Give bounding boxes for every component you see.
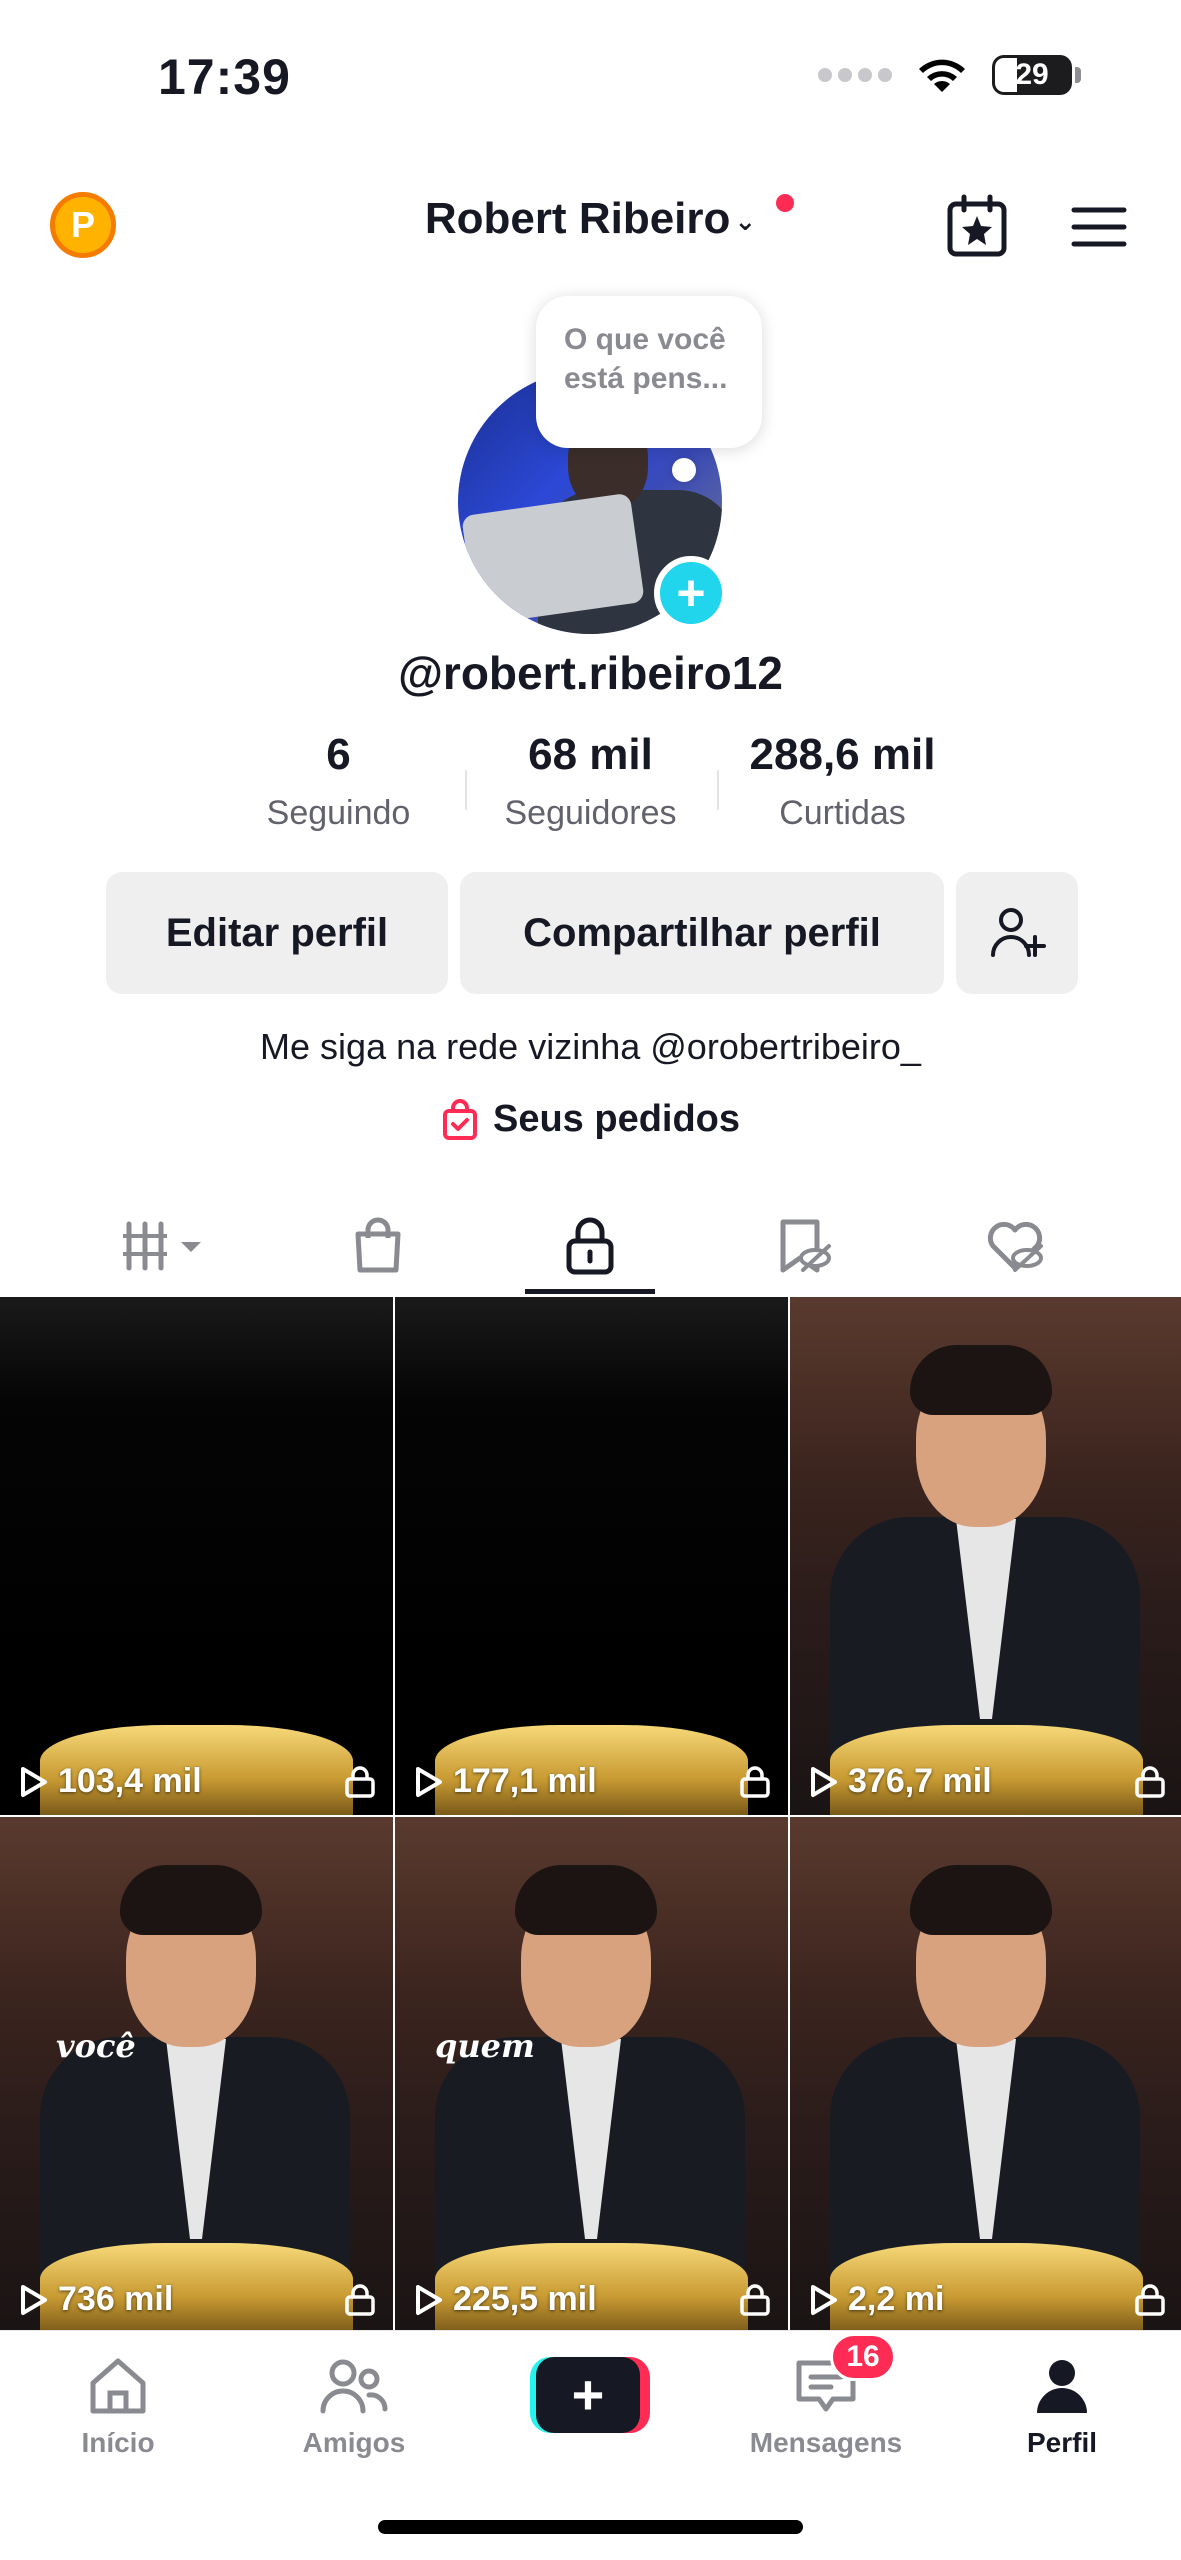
bag-icon <box>355 1217 401 1273</box>
tab-shop[interactable] <box>313 1196 443 1296</box>
view-count: 2,2 mi <box>806 2280 944 2319</box>
view-count: 376,7 mil <box>806 1762 992 1801</box>
create-button[interactable]: + <box>530 2357 650 2433</box>
profile-bio: Me siga na rede vizinha @orobertribeiro_ <box>260 1026 921 1067</box>
video-grid: 103,4 mil 177,1 mil 376,7 mil você 736 m… <box>0 1297 1181 2333</box>
play-icon <box>416 1766 442 1797</box>
video-thumbnail[interactable]: quem 225,5 mil <box>395 1817 788 2333</box>
profile-header: P Robert Ribeiro ⌄ <box>0 180 1181 280</box>
edit-profile-button[interactable]: Editar perfil <box>106 872 448 994</box>
play-icon <box>811 2284 837 2315</box>
likes-label: Curtidas <box>779 794 906 832</box>
video-thumbnail[interactable]: você 736 mil <box>0 1817 393 2333</box>
wifi-icon <box>919 59 965 92</box>
private-lock-icon <box>345 1766 375 1798</box>
friends-icon <box>320 2359 388 2414</box>
nav-messages-label: Mensagens <box>749 2427 903 2458</box>
battery-level: 29 <box>1015 58 1049 91</box>
menu-icon[interactable] <box>1064 192 1134 262</box>
followers-count: 68 mil <box>528 730 653 779</box>
messages-badge: 16 <box>830 2333 896 2381</box>
notification-dot <box>776 194 794 212</box>
view-count-text: 2,2 mi <box>848 2280 945 2318</box>
add-story-icon[interactable]: + <box>654 556 728 630</box>
add-friend-button[interactable] <box>956 872 1078 994</box>
followers-label: Seguidores <box>504 794 677 832</box>
home-indicator <box>378 2520 803 2534</box>
status-note-bubble[interactable]: O que você está pens... <box>536 296 762 448</box>
bookmark-hidden-icon <box>780 1219 831 1273</box>
profile-stats: 6 Seguindo 68 mil Seguidores 288,6 mil C… <box>0 730 1181 833</box>
content-tabs <box>0 1196 1181 1296</box>
likes-stat[interactable]: 288,6 mil Curtidas <box>716 730 969 833</box>
video-thumbnail[interactable]: 177,1 mil <box>395 1297 788 1815</box>
private-lock-icon <box>740 1766 770 1798</box>
tab-saved[interactable] <box>738 1196 868 1296</box>
profile-icon <box>1037 2360 1087 2413</box>
view-count: 177,1 mil <box>411 1762 597 1801</box>
nav-home-label: Início <box>81 2427 155 2458</box>
video-caption-word: você <box>56 2027 136 2065</box>
video-thumbnail[interactable]: 103,4 mil <box>0 1297 393 1815</box>
shopping-bag-icon <box>442 1098 477 1140</box>
private-lock-icon <box>1135 2284 1165 2316</box>
likes-count: 288,6 mil <box>749 730 936 779</box>
private-lock-icon <box>1135 1766 1165 1798</box>
calendar-star-icon[interactable] <box>942 192 1012 262</box>
view-count-text: 177,1 mil <box>453 1762 597 1800</box>
status-icons: 29 <box>818 55 1081 95</box>
chevron-down-icon: ⌄ <box>734 205 757 236</box>
plus-icon: + <box>536 2357 640 2433</box>
video-caption-word: quem <box>435 2027 535 2065</box>
your-orders-link[interactable]: Seus pedidos <box>0 1098 1181 1141</box>
tab-videos[interactable] <box>101 1196 231 1296</box>
nav-profile[interactable]: Perfil <box>972 2355 1152 2459</box>
status-bar: 17:39 29 <box>0 0 1181 150</box>
nav-home[interactable]: Início <box>28 2355 208 2459</box>
view-count-text: 103,4 mil <box>58 1762 202 1800</box>
private-lock-icon <box>345 2284 375 2316</box>
followers-stat[interactable]: 68 mil Seguidores <box>464 730 717 833</box>
username: @robert.ribeiro12 <box>398 647 783 699</box>
nav-profile-label: Perfil <box>1026 2427 1098 2458</box>
battery-icon: 29 <box>992 55 1072 95</box>
home-icon <box>90 2358 146 2414</box>
following-stat[interactable]: 6 Seguindo <box>213 730 465 833</box>
following-count: 6 <box>326 730 351 779</box>
lock-icon <box>566 1217 614 1275</box>
view-count: 103,4 mil <box>16 1762 202 1801</box>
play-icon <box>21 1766 47 1797</box>
view-count-text: 376,7 mil <box>848 1762 992 1800</box>
play-icon <box>416 2284 442 2315</box>
following-label: Seguindo <box>266 794 411 832</box>
status-time: 17:39 <box>158 49 291 105</box>
view-count-text: 225,5 mil <box>453 2280 597 2318</box>
view-count: 736 mil <box>16 2280 173 2319</box>
view-count-text: 736 mil <box>58 2280 174 2318</box>
add-user-icon <box>991 908 1046 957</box>
view-count: 225,5 mil <box>411 2280 597 2319</box>
tab-liked[interactable] <box>950 1196 1080 1296</box>
nav-friends[interactable]: Amigos <box>264 2355 444 2459</box>
grid-videos-icon <box>123 1221 202 1271</box>
profile-name: Robert Ribeiro <box>424 194 731 243</box>
share-profile-button[interactable]: Compartilhar perfil <box>460 872 944 994</box>
private-lock-icon <box>740 2284 770 2316</box>
your-orders-label: Seus pedidos <box>492 1098 741 1140</box>
play-icon <box>811 1766 837 1797</box>
play-icon <box>21 2284 47 2315</box>
tab-private[interactable] <box>525 1196 656 1296</box>
heart-hidden-icon <box>987 1221 1043 1272</box>
video-thumbnail[interactable]: 2,2 mi <box>790 1817 1181 2333</box>
profile-actions: Editar perfil Compartilhar perfil <box>106 872 1078 994</box>
video-thumbnail[interactable]: 376,7 mil <box>790 1297 1181 1815</box>
bubble-tail-dot <box>672 458 696 482</box>
nav-friends-label: Amigos <box>302 2427 406 2458</box>
cellular-signal-icon <box>818 68 892 82</box>
